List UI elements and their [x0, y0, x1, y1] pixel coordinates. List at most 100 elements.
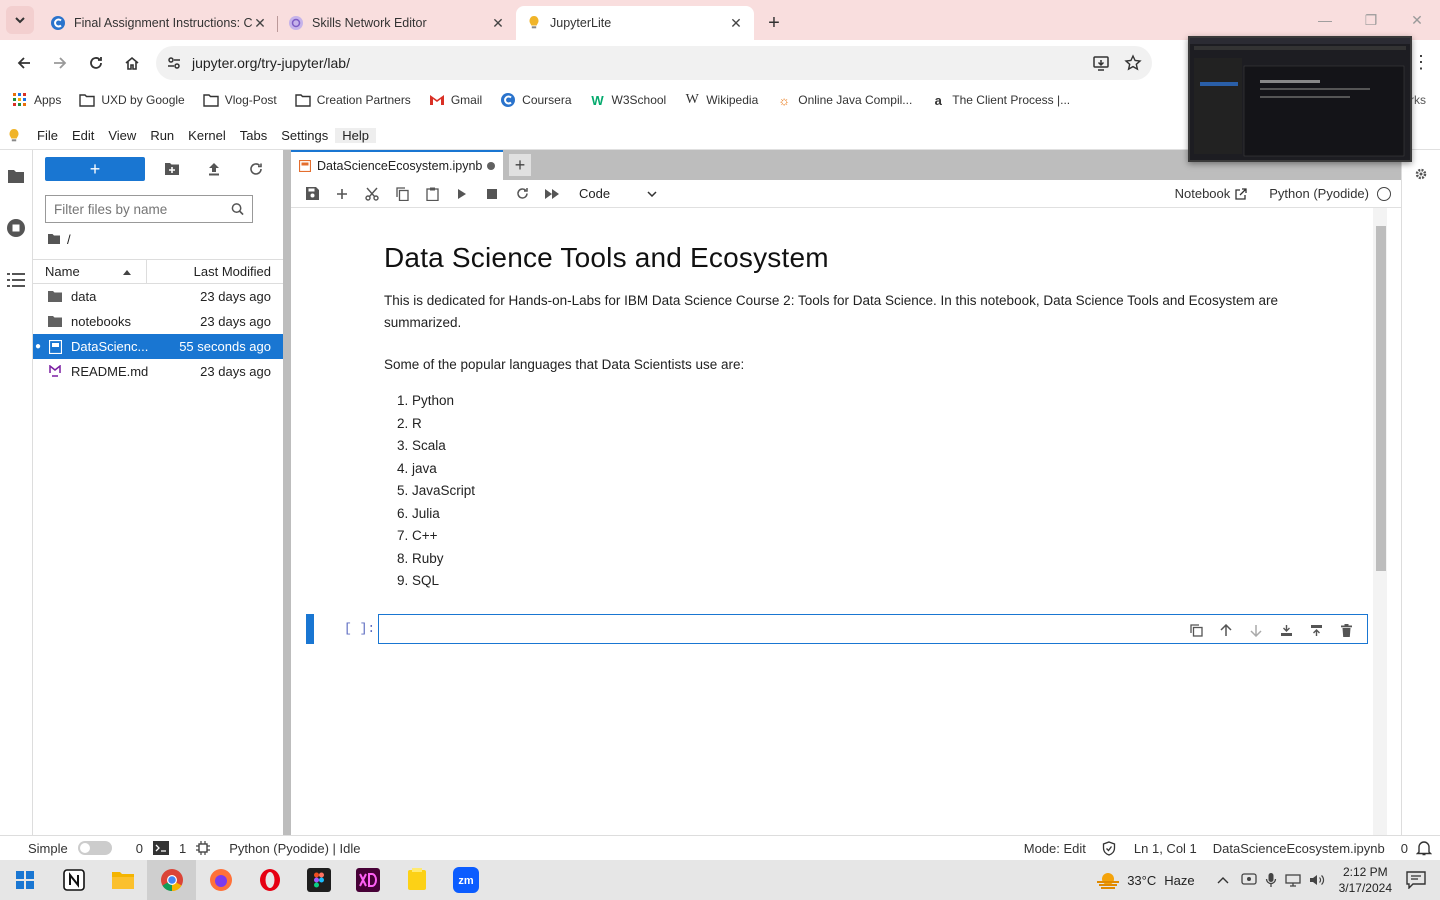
- browser-menu-icon[interactable]: ⋮: [1412, 52, 1430, 74]
- new-tab-button[interactable]: +: [760, 9, 788, 37]
- folder-icon[interactable]: [47, 233, 61, 245]
- last-modified-column-header[interactable]: Last Modified: [147, 264, 283, 279]
- new-launcher-tab-button[interactable]: +: [509, 154, 531, 176]
- tab-search-button[interactable]: [6, 6, 34, 34]
- file-row-data[interactable]: data 23 days ago: [33, 284, 283, 309]
- bookmark-apps[interactable]: Apps: [12, 92, 61, 108]
- new-launcher-button[interactable]: +: [45, 157, 145, 181]
- microphone-icon[interactable]: [1265, 872, 1277, 888]
- url-text[interactable]: jupyter.org/try-jupyter/lab/: [192, 55, 1092, 71]
- menu-file[interactable]: File: [30, 128, 65, 143]
- active-cell-indicator[interactable]: [306, 614, 314, 644]
- bookmarks-overflow[interactable]: rks: [1410, 93, 1426, 107]
- taskbar-firefox[interactable]: [196, 860, 245, 900]
- weather-description[interactable]: Haze: [1164, 873, 1194, 888]
- insert-above-button[interactable]: [1271, 619, 1301, 641]
- menu-settings[interactable]: Settings: [274, 128, 335, 143]
- menu-run[interactable]: Run: [143, 128, 181, 143]
- restart-run-all-button[interactable]: [537, 182, 567, 206]
- notification-center-icon[interactable]: [1406, 871, 1426, 889]
- taskbar-notion[interactable]: [49, 860, 98, 900]
- terminal-count[interactable]: 0: [136, 841, 143, 856]
- webcam-icon[interactable]: [1240, 873, 1257, 887]
- taskbar-figma[interactable]: [294, 860, 343, 900]
- start-button[interactable]: [0, 860, 49, 900]
- sidebar-running-tab[interactable]: [0, 202, 32, 254]
- shield-check-icon[interactable]: [1102, 840, 1116, 856]
- site-settings-icon[interactable]: [166, 55, 182, 71]
- taskbar-adobe-xd[interactable]: [343, 860, 392, 900]
- bookmark-star-icon[interactable]: [1124, 54, 1142, 72]
- taskbar-clock[interactable]: 2:12 PM 3/17/2024: [1339, 864, 1392, 896]
- filter-files-field[interactable]: [45, 195, 253, 223]
- panel-splitter[interactable]: [283, 150, 291, 835]
- reload-button[interactable]: [80, 47, 112, 79]
- browser-tab-jupyterlite[interactable]: JupyterLite ✕: [516, 6, 754, 40]
- cursor-position[interactable]: Ln 1, Col 1: [1134, 841, 1197, 856]
- home-button[interactable]: [116, 47, 148, 79]
- save-button[interactable]: [297, 182, 327, 206]
- refresh-button[interactable]: [241, 157, 271, 181]
- taskbar-opera[interactable]: [245, 860, 294, 900]
- kernel-status-text[interactable]: Python (Pyodide) | Idle: [229, 841, 360, 856]
- move-up-button[interactable]: [1211, 619, 1241, 641]
- move-down-button[interactable]: [1241, 619, 1271, 641]
- bookmark-gmail[interactable]: Gmail: [429, 92, 482, 108]
- code-cell[interactable]: [ ]:: [306, 614, 1368, 644]
- file-row-datascienceecosystem[interactable]: ● DataScienc... 55 seconds ago: [33, 334, 283, 359]
- cell-type-dropdown[interactable]: Code: [577, 183, 661, 205]
- bookmark-uxd-by-google[interactable]: UXD by Google: [79, 92, 185, 108]
- close-icon[interactable]: ✕: [490, 15, 506, 31]
- unsaved-indicator[interactable]: [487, 162, 495, 170]
- insert-below-button[interactable]: [1301, 619, 1331, 641]
- file-row-readme[interactable]: README.md 23 days ago: [33, 359, 283, 384]
- paste-button[interactable]: [417, 182, 447, 206]
- interrupt-kernel-button[interactable]: [477, 182, 507, 206]
- chevron-up-icon[interactable]: [1217, 876, 1229, 884]
- install-app-icon[interactable]: [1092, 54, 1110, 72]
- close-window-button[interactable]: ✕: [1394, 0, 1440, 40]
- minimize-button[interactable]: —: [1302, 0, 1348, 40]
- bookmark-client-process[interactable]: a The Client Process |...: [930, 92, 1070, 108]
- bookmark-w3school[interactable]: W W3School: [590, 92, 666, 108]
- menu-help[interactable]: Help: [335, 128, 376, 143]
- browser-tab-coursera[interactable]: Final Assignment Instructions: C ✕: [40, 6, 278, 40]
- taskbar-chrome[interactable]: [147, 860, 196, 900]
- copy-button[interactable]: [387, 182, 417, 206]
- duplicate-cell-button[interactable]: [1181, 619, 1211, 641]
- markdown-cell[interactable]: Data Science Tools and Ecosystem This is…: [384, 238, 1304, 593]
- restore-button[interactable]: ❐: [1348, 0, 1394, 40]
- vertical-scrollbar[interactable]: [1373, 208, 1387, 835]
- forward-button[interactable]: [44, 47, 76, 79]
- bookmark-vlog-post[interactable]: Vlog-Post: [203, 92, 277, 108]
- taskbar-zoom[interactable]: zm: [441, 860, 490, 900]
- upload-button[interactable]: [199, 157, 229, 181]
- bookmark-wikipedia[interactable]: W Wikipedia: [684, 92, 759, 108]
- omnibox[interactable]: jupyter.org/try-jupyter/lab/: [156, 46, 1152, 80]
- notification-count[interactable]: 0: [1401, 841, 1408, 856]
- delete-cell-button[interactable]: [1331, 619, 1361, 641]
- filter-files-input[interactable]: [54, 201, 231, 217]
- bell-icon[interactable]: [1416, 840, 1432, 856]
- bookmark-online-java-compiler[interactable]: ☼ Online Java Compil...: [776, 92, 912, 108]
- close-icon[interactable]: ✕: [252, 15, 268, 31]
- weather-temperature[interactable]: 33°C: [1127, 873, 1156, 888]
- menu-view[interactable]: View: [101, 128, 143, 143]
- new-folder-button[interactable]: [157, 157, 187, 181]
- menu-kernel[interactable]: Kernel: [181, 128, 233, 143]
- code-editor[interactable]: [378, 614, 1368, 644]
- back-button[interactable]: [8, 47, 40, 79]
- file-row-notebooks[interactable]: notebooks 23 days ago: [33, 309, 283, 334]
- menu-tabs[interactable]: Tabs: [233, 128, 274, 143]
- network-icon[interactable]: [1284, 873, 1301, 887]
- simple-mode-toggle[interactable]: [77, 841, 112, 855]
- bookmark-creation-partners[interactable]: Creation Partners: [295, 92, 411, 108]
- taskbar-sticky-notes[interactable]: [392, 860, 441, 900]
- scrollbar-thumb[interactable]: [1376, 226, 1386, 571]
- kernel-count[interactable]: 1: [179, 841, 186, 856]
- breadcrumb-root[interactable]: /: [67, 232, 71, 247]
- restart-kernel-button[interactable]: [507, 182, 537, 206]
- open-notebook-view-button[interactable]: Notebook: [1175, 186, 1248, 201]
- sidebar-toc-tab[interactable]: [0, 254, 32, 306]
- run-cell-button[interactable]: [447, 182, 477, 206]
